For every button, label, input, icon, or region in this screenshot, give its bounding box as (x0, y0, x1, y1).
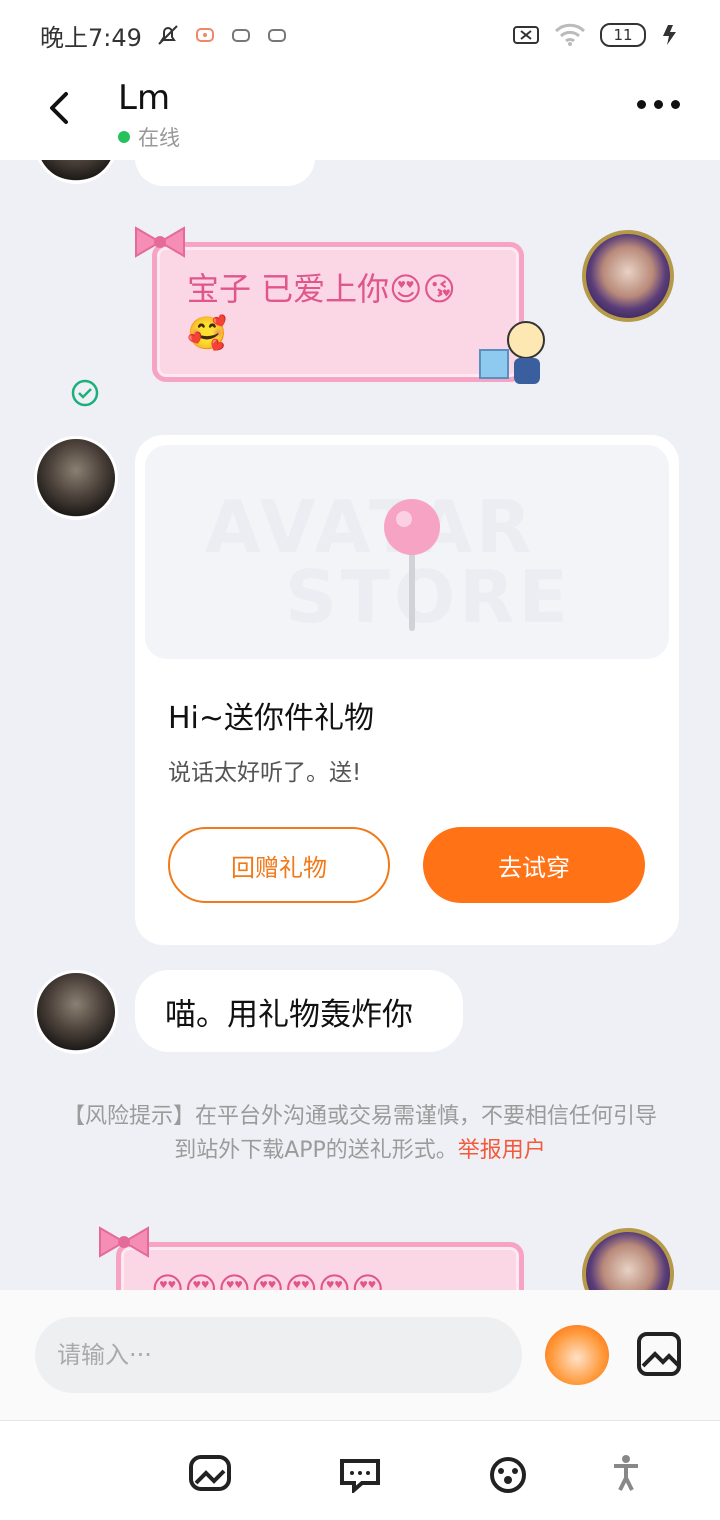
status-bar: 晚上7:49 11 (0, 0, 720, 70)
charging-icon (663, 25, 676, 45)
sticker-decoration-icon (479, 321, 545, 384)
chat-header: Lm 在线 (0, 70, 720, 160)
my-message-bubble[interactable]: 宝子 已爱上你😍😘🥰 (152, 242, 524, 382)
my-avatar[interactable] (582, 230, 674, 322)
risk-notice-text: 【风险提示】在平台外沟通或交易需谨慎，不要相信任何引导到站外下载APP的送礼形式… (62, 1104, 657, 1163)
report-user-link[interactable]: 举报用户 (458, 1138, 546, 1163)
battery-level: 11 (613, 26, 633, 44)
notification-icon (231, 29, 250, 42)
bell-off-icon (158, 25, 178, 45)
online-status: 在线 (118, 122, 180, 152)
status-time: 晚上7:49 (40, 23, 142, 52)
message-input[interactable] (35, 1317, 522, 1393)
gift-title: Hi~送你件礼物 (168, 701, 375, 736)
mascot-emoji-icon[interactable] (545, 1325, 609, 1385)
message-text: 😍😍😍😍😍😍😍 (151, 1270, 385, 1290)
risk-notice: 【风险提示】在平台外沟通或交易需谨慎，不要相信任何引导到站外下载APP的送礼形式… (60, 1100, 660, 1168)
bow-decoration-icon (135, 226, 185, 258)
wifi-icon (554, 23, 586, 46)
gift-subtitle: 说话太好听了。送! (168, 760, 362, 786)
my-message-bubble[interactable]: 😍😍😍😍😍😍😍 (116, 1242, 524, 1290)
gift-image: AVATAR STORE (145, 445, 669, 659)
bow-decoration-icon (99, 1226, 149, 1258)
gift-card[interactable]: AVATAR STORE Hi~送你件礼物 说话太好听了。送! 回赠礼物 去试穿 (135, 435, 679, 945)
image-picker-icon[interactable] (635, 1330, 683, 1378)
contact-name: Lm (118, 78, 171, 118)
contact-avatar[interactable] (34, 160, 118, 184)
contact-avatar[interactable] (34, 436, 118, 520)
image-icon[interactable] (188, 1453, 232, 1493)
notification-icon (195, 28, 214, 42)
bottom-nav (0, 1420, 720, 1520)
paw-icon[interactable] (486, 1453, 530, 1493)
chat-area[interactable]: 宝子 已爱上你😍😘🥰 AVATAR STORE Hi~送你件礼物 说话太好听了。… (0, 160, 720, 1290)
online-status-label: 在线 (138, 126, 180, 150)
read-check-icon (71, 379, 99, 407)
my-avatar[interactable] (582, 1228, 674, 1290)
return-gift-button[interactable]: 回赠礼物 (168, 827, 390, 903)
message-input-bar (0, 1290, 720, 1420)
message-text: 喵。用礼物轰炸你 (165, 996, 413, 1033)
lollipop-icon (384, 499, 440, 631)
person-icon[interactable] (604, 1453, 648, 1493)
try-on-button[interactable]: 去试穿 (423, 827, 645, 903)
back-arrow-icon[interactable] (40, 88, 80, 128)
sim-off-icon (513, 26, 539, 44)
previous-message-bubble (135, 160, 315, 186)
more-options-icon[interactable] (637, 100, 680, 109)
contact-avatar[interactable] (34, 970, 118, 1054)
online-dot-icon (118, 131, 130, 143)
chat-bubble-icon[interactable] (338, 1453, 382, 1493)
message-text: 宝子 已爱上你😍😘🥰 (187, 270, 456, 352)
notification-icon (267, 29, 286, 42)
contact-message-bubble[interactable]: 喵。用礼物轰炸你 (135, 970, 463, 1052)
battery-icon: 11 (600, 23, 646, 47)
